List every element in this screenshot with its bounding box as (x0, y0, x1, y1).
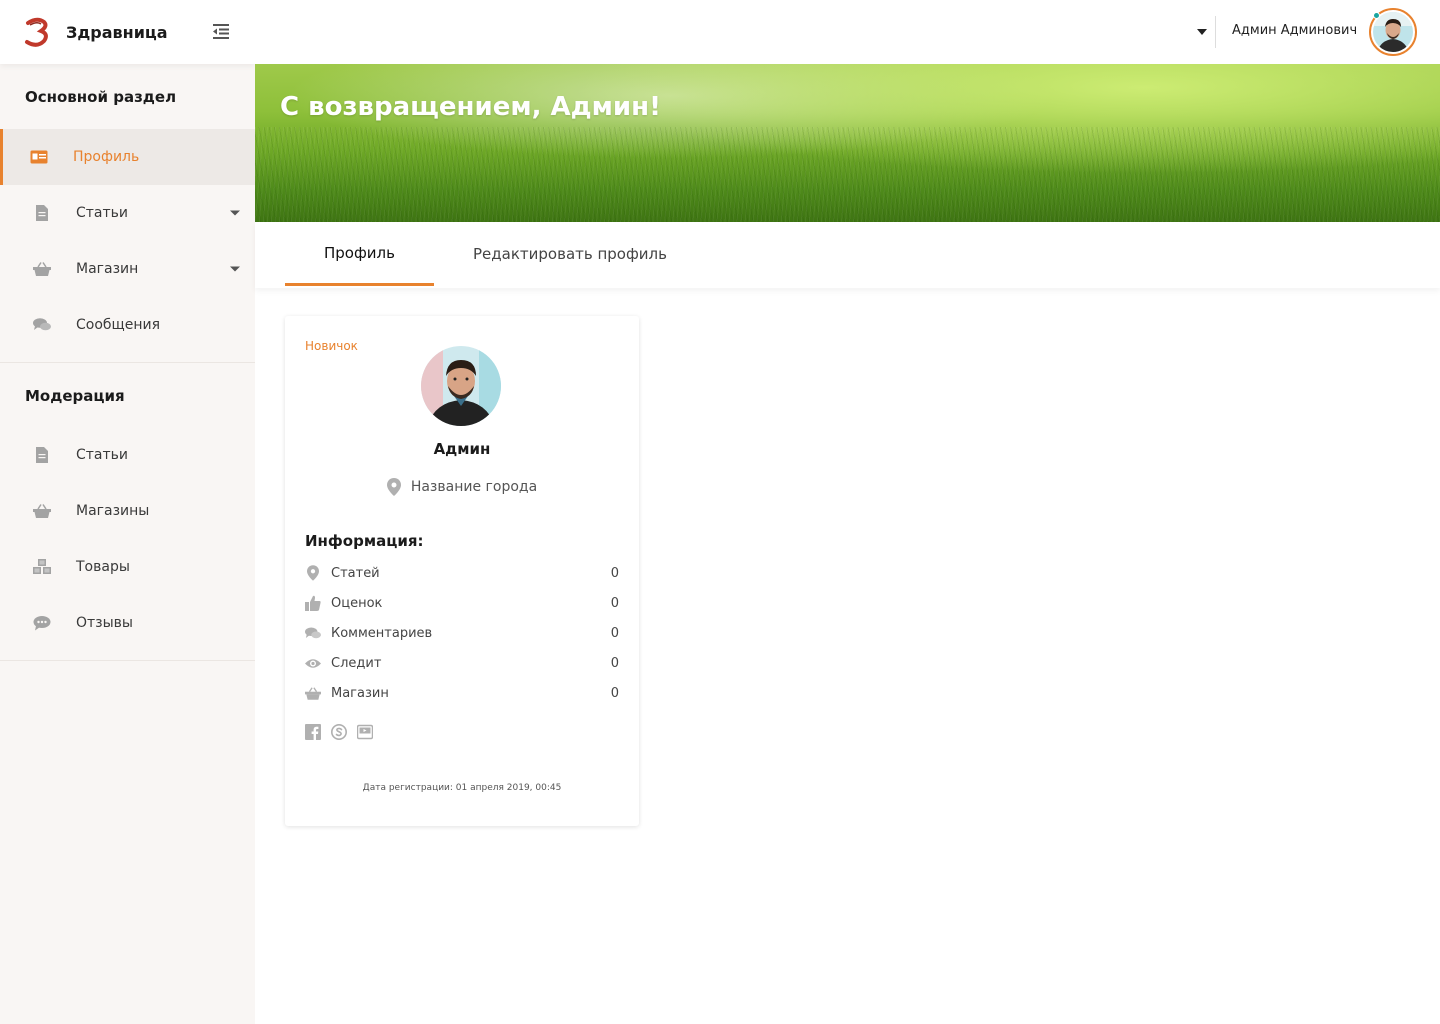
skype-icon[interactable] (331, 724, 347, 740)
profile-avatar (421, 346, 501, 426)
section-title-moderation: Модерация (25, 387, 125, 405)
stat-label: Магазин (331, 685, 389, 701)
stat-value: 0 (610, 565, 619, 581)
file-icon (33, 447, 51, 463)
profile-city: Название города (285, 478, 639, 496)
sidebar-divider (0, 660, 255, 661)
stat-label: Следит (331, 655, 382, 671)
registration-date: Дата регистрации: 01 апреля 2019, 00:45 (362, 783, 562, 793)
sidebar-item-articles[interactable]: Статьи (0, 185, 255, 241)
id-card-icon (30, 149, 48, 165)
sidebar-item-label: Сообщения (76, 317, 161, 333)
welcome-banner: С возвращением, Админ! (255, 64, 1440, 222)
stat-value: 0 (610, 595, 619, 611)
basket-icon (33, 261, 51, 277)
stat-label: Статей (331, 565, 380, 581)
sidebar: Здравница Основной раздел Профиль Статьи (0, 0, 255, 1024)
tab-edit-profile[interactable]: Редактировать профиль (465, 222, 675, 286)
brand-name[interactable]: Здравница (66, 23, 168, 42)
chevron-down-icon[interactable] (230, 266, 240, 272)
map-marker-icon (305, 565, 321, 581)
sidebar-divider (0, 362, 255, 363)
sidebar-item-label: Магазин (76, 261, 139, 277)
topbar-separator (1215, 16, 1216, 48)
stat-row-articles: Статей 0 (305, 563, 619, 583)
stat-label: Комментариев (331, 625, 433, 641)
profile-tabs: Профиль Редактировать профиль (255, 222, 1440, 288)
sidebar-item-label: Профиль (73, 149, 140, 165)
sidebar-item-label: Статьи (76, 447, 129, 463)
caret-down-icon[interactable] (1197, 29, 1207, 35)
info-title: Информация: (305, 532, 424, 550)
sidebar-item-profile[interactable]: Профиль (0, 129, 255, 185)
profile-name: Админ (433, 440, 491, 458)
sidebar-item-messages[interactable]: Сообщения (0, 297, 255, 353)
youtube-icon[interactable] (356, 724, 374, 740)
sidebar-collapse-icon[interactable] (212, 22, 232, 42)
profile-card: Новичок Админ Название города Информация… (285, 316, 639, 826)
chevron-down-icon[interactable] (230, 210, 240, 216)
tab-profile[interactable]: Профиль (285, 222, 434, 286)
facebook-icon[interactable] (305, 724, 321, 740)
sidebar-item-mod-products[interactable]: Товары (0, 539, 255, 595)
sidebar-item-shop[interactable]: Магазин (0, 241, 255, 297)
map-marker-icon (386, 478, 401, 496)
stat-label: Оценок (331, 595, 383, 611)
sidebar-item-label: Товары (76, 559, 130, 575)
sidebar-item-mod-shops[interactable]: Магазины (0, 483, 255, 539)
online-status-indicator (1373, 12, 1380, 19)
brand-header: Здравница (0, 0, 255, 64)
sidebar-item-mod-reviews[interactable]: Отзывы (0, 595, 255, 651)
brand-logo[interactable] (24, 16, 50, 48)
comment-dots-icon (33, 615, 51, 631)
stat-value: 0 (610, 625, 619, 641)
stat-value: 0 (610, 685, 619, 701)
city-name: Название города (410, 479, 538, 495)
section-title-main: Основной раздел (25, 88, 177, 106)
sidebar-item-label: Магазины (76, 503, 150, 519)
sidebar-item-label: Отзывы (76, 615, 133, 631)
rank-badge: Новичок (305, 339, 358, 353)
comments-icon (305, 625, 321, 641)
basket-icon (33, 503, 51, 519)
stat-row-shop: Магазин 0 (305, 683, 619, 703)
stat-value: 0 (610, 655, 619, 671)
page-title: С возвращением, Админ! (280, 92, 661, 122)
sidebar-item-label: Статьи (76, 205, 129, 221)
stat-row-following: Следит 0 (305, 653, 619, 673)
thumbs-up-icon (305, 595, 321, 611)
stat-row-ratings: Оценок 0 (305, 593, 619, 613)
topbar: Админ Админович (255, 0, 1440, 64)
file-icon (33, 205, 51, 221)
social-links (305, 724, 374, 740)
sidebar-item-mod-articles[interactable]: Статьи (0, 427, 255, 483)
cubes-icon (33, 559, 51, 575)
basket-icon (305, 685, 321, 701)
user-name[interactable]: Админ Админович (1232, 23, 1357, 38)
eye-icon (305, 655, 321, 671)
stat-row-comments: Комментариев 0 (305, 623, 619, 643)
banner-grass-image (255, 127, 1440, 222)
comments-icon (33, 317, 51, 333)
